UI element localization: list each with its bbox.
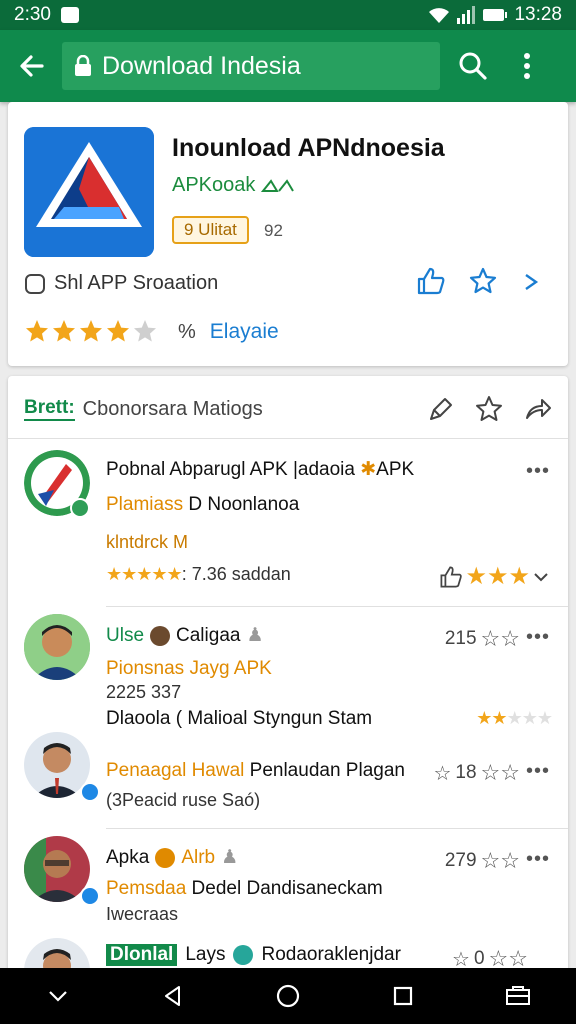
sparkle-icon: ✱ xyxy=(360,459,377,480)
chevron-down-icon xyxy=(48,991,67,1002)
app-title: Inounload APNdnoesia xyxy=(172,134,445,162)
circle-home-icon xyxy=(276,984,300,1008)
item-meta: 279 ☆☆ xyxy=(444,848,520,873)
verified-leaf-icon xyxy=(261,178,295,192)
install-badge[interactable]: 9 Ulitat xyxy=(172,216,249,244)
star-outline-icon: ☆☆ xyxy=(480,848,520,873)
avatar-small xyxy=(233,945,254,965)
share-row[interactable]: Shl APP Sroaation xyxy=(24,272,218,295)
section-tag[interactable]: Brett: xyxy=(24,397,75,421)
item-title: Pobnal Abparugl APK |adaoia ✱APK xyxy=(106,459,415,480)
verified-badge-icon xyxy=(70,498,90,518)
list-item[interactable]: Penaagal Hawal Penlaudan Plagan (3Peacid… xyxy=(8,726,568,826)
more-icon[interactable]: ••• xyxy=(526,760,550,783)
app-header-card: Inounload APNdnoesia APKooak 9 Ulitat 92… xyxy=(8,102,568,366)
star-outline-icon[interactable] xyxy=(474,394,504,424)
item-meta: 215 ☆☆ xyxy=(444,626,520,651)
triangle-back-icon xyxy=(164,986,180,1006)
star-outline-icon: ☆☆ xyxy=(480,760,520,785)
rating-stars xyxy=(26,320,156,342)
thumbs-up-icon[interactable] xyxy=(416,266,446,296)
share-icon[interactable] xyxy=(522,394,552,424)
item-tag: Dlonlal xyxy=(106,944,178,966)
item-title: Ulse Caligaa ♟ xyxy=(106,624,264,647)
item-subtitle: Pemsdaa Dedel Dandisaneckam xyxy=(106,878,383,899)
browser-toolbar: Download Indesia xyxy=(0,30,576,102)
divider xyxy=(106,606,568,607)
back-button[interactable] xyxy=(12,46,52,86)
item-code: 2225 337 xyxy=(106,682,182,702)
list-item[interactable]: Ulse Caligaa ♟ Pionsnas Jayg APK 2225 33… xyxy=(8,608,568,729)
phone-icon xyxy=(25,273,45,294)
more-vertical-icon xyxy=(524,53,530,79)
screenshot-icon xyxy=(506,986,531,1005)
item-rating: ★★★★★ : 7.36 saddan xyxy=(106,564,291,584)
edit-icon[interactable] xyxy=(426,394,456,424)
item-subtitle: Plamiass D Noonlanoa xyxy=(106,494,300,515)
user-avatar xyxy=(24,614,90,680)
nav-home-button[interactable] xyxy=(268,976,308,1016)
content-card: Brett: Cbonorsara Matiogs Pobnal Abparug… xyxy=(8,376,568,976)
avatar-small xyxy=(155,847,176,868)
item-note: klntdrck M xyxy=(106,532,189,552)
rating-row: % Elayaie xyxy=(24,318,279,346)
nav-recents-button[interactable] xyxy=(383,976,423,1016)
chevron-right-icon[interactable] xyxy=(520,266,546,296)
developer-link[interactable]: APKooak xyxy=(172,174,295,197)
chevron-down-icon[interactable] xyxy=(532,568,550,586)
url-bar[interactable]: Download Indesia xyxy=(62,42,440,90)
status-time-right: 13:28 xyxy=(514,4,562,25)
status-bar: 2:30 13:28 xyxy=(0,0,576,30)
item-subtitle: Pionsnas Jayg APK xyxy=(106,658,272,679)
list-item[interactable]: Apka Alrb ♟ Pemsdaa Dedel Dandisaneckam … xyxy=(8,830,568,930)
overflow-menu-button[interactable] xyxy=(506,45,548,87)
notification-icon xyxy=(60,7,79,23)
more-icon[interactable]: ••• xyxy=(526,848,550,871)
badge-count: 92 xyxy=(264,221,283,240)
divider xyxy=(106,828,568,829)
app-actions xyxy=(416,266,546,296)
item-title: Apka Alrb ♟ xyxy=(106,846,239,869)
hide-keyboard-button[interactable] xyxy=(38,976,78,1016)
rating-stars: ★★★★★ xyxy=(106,564,183,584)
status-time-left: 2:30 xyxy=(14,4,51,25)
category-link[interactable]: Elayaie xyxy=(210,320,279,344)
verified-badge-icon xyxy=(80,886,100,906)
item-actions: ★★★ xyxy=(439,562,550,591)
lock-icon xyxy=(74,55,92,77)
share-label: Shl APP Sroaation xyxy=(54,272,219,294)
nav-screenshot-button[interactable] xyxy=(498,976,538,1016)
battery-icon xyxy=(483,9,508,21)
list-item[interactable]: Pobnal Abparugl APK |adaoia ✱APK Plamias… xyxy=(8,438,568,606)
star-outline-icon[interactable] xyxy=(468,266,498,296)
square-recents-icon xyxy=(394,986,413,1006)
item-title: Dlonlal Lays Rodaoraklenjdar xyxy=(106,944,401,966)
wifi-icon xyxy=(429,8,450,23)
star-outline-icon: ☆☆ xyxy=(480,626,520,651)
avatar-small xyxy=(150,625,171,646)
rating-stars: ★★★ xyxy=(465,563,530,590)
search-icon xyxy=(459,52,487,80)
system-nav-bar xyxy=(0,968,576,1024)
rating-percent: % xyxy=(178,320,196,343)
verified-badge-icon xyxy=(80,782,100,802)
item-subtitle: (3Peacid ruse Saó) xyxy=(106,790,261,810)
person-icon: ♟ xyxy=(246,625,264,646)
app-logo[interactable] xyxy=(24,127,154,257)
section-title: Cbonorsara Matiogs xyxy=(82,397,263,420)
arrow-left-icon xyxy=(20,55,44,77)
url-text: Download Indesia xyxy=(102,51,301,80)
item-title: Penaagal Hawal Penlaudan Plagan xyxy=(106,760,405,781)
item-desc: Iwecraas xyxy=(106,904,179,924)
section-header: Brett: Cbonorsara Matiogs xyxy=(24,394,552,424)
person-icon: ♟ xyxy=(221,847,239,868)
thumbs-up-icon[interactable] xyxy=(439,565,463,589)
nav-back-button[interactable] xyxy=(153,976,193,1016)
item-meta: ☆ 18 ☆☆ xyxy=(433,760,520,785)
more-icon[interactable]: ••• xyxy=(526,460,550,483)
more-icon[interactable]: ••• xyxy=(526,626,550,649)
search-button[interactable] xyxy=(452,45,494,87)
signal-icon xyxy=(457,6,476,24)
